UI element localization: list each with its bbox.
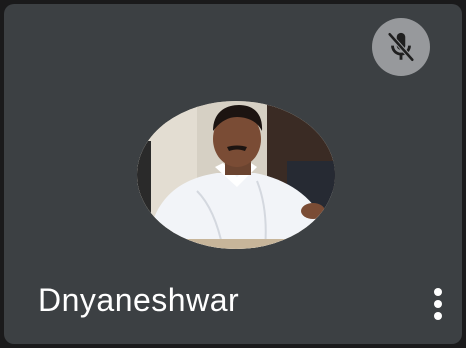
more-vert-icon-dot-top (434, 288, 442, 296)
mic-off-icon (387, 31, 415, 63)
participant-avatar (137, 101, 335, 249)
mic-off-badge (372, 18, 430, 76)
more-options-button[interactable] (424, 282, 452, 326)
more-vert-icon-dot-middle (434, 300, 442, 308)
more-vert-icon-dot-bottom (434, 312, 442, 320)
participant-name: Dnyaneshwar (38, 282, 240, 318)
participant-tile[interactable]: Dnyaneshwar (4, 4, 462, 344)
profile-photo (137, 101, 335, 249)
